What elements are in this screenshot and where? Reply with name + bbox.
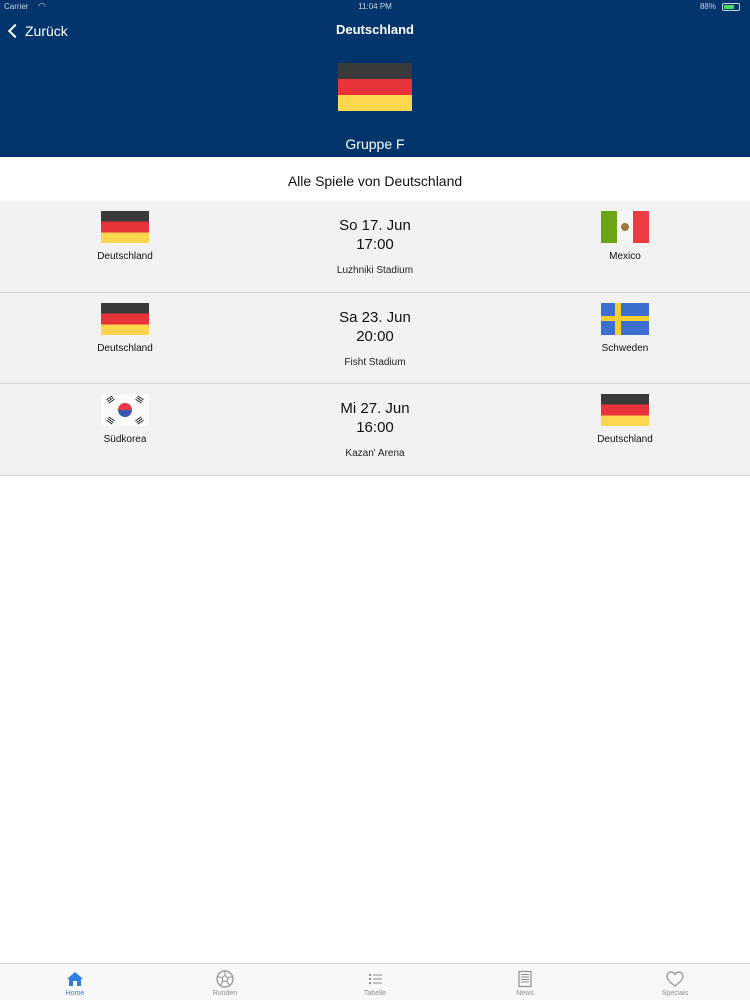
tab-home[interactable]: Home: [0, 964, 150, 1000]
match-row[interactable]: Südkorea Mi 27. Jun 16:00 Kazan' Arena D…: [0, 384, 750, 476]
list-icon: [369, 974, 382, 984]
south-korea-flag: [101, 394, 149, 426]
soccer-ball-icon: [216, 970, 234, 988]
match-info: Sa 23. Jun 20:00 Fisht Stadium: [275, 308, 475, 368]
match-info: Mi 27. Jun 16:00 Kazan' Arena: [275, 399, 475, 459]
heart-icon: [666, 971, 684, 987]
tab-label: Runden: [212, 990, 238, 997]
sweden-flag: [601, 302, 649, 335]
match-time: 16:00: [356, 419, 394, 436]
section-title: Alle Spiele von Deutschland: [0, 157, 750, 201]
germany-flag: [601, 394, 649, 426]
match-info: So 17. Jun 17:00 Luzhniki Stadium: [275, 216, 475, 276]
germany-flag: [338, 63, 412, 111]
match-row[interactable]: Deutschland Sa 23. Jun 20:00 Fisht Stadi…: [0, 292, 750, 384]
tab-news[interactable]: News: [450, 964, 600, 1000]
match-venue: Kazan' Arena: [345, 448, 405, 459]
match-time: 20:00: [356, 327, 394, 345]
battery-icon: [722, 3, 740, 11]
home-team: Südkorea: [45, 394, 205, 445]
tab-label: News: [516, 990, 534, 997]
status-time: 11:04 PM: [358, 2, 392, 11]
tab-label: Tabelle: [363, 990, 387, 997]
home-team: Deutschland: [45, 211, 205, 262]
home-icon: [67, 972, 83, 986]
group-label: Gruppe F: [345, 136, 405, 152]
header: Carrier ◠ 11:04 PM 88% Zurück Deutschlan…: [0, 0, 750, 157]
home-team: Deutschland: [45, 302, 205, 354]
away-team: Schweden: [545, 302, 705, 354]
newspaper-icon: [518, 970, 532, 988]
match-venue: Luzhniki Stadium: [336, 265, 414, 276]
home-team-name: Deutschland: [97, 342, 153, 354]
home-team-name: Deutschland: [97, 251, 153, 262]
tab-runden[interactable]: Runden: [150, 964, 300, 1000]
away-team: Mexico: [545, 211, 705, 262]
away-team-name: Schweden: [601, 342, 649, 354]
germany-flag: [101, 302, 149, 335]
match-venue: Fisht Stadium: [344, 356, 406, 368]
tab-label: Specials: [661, 990, 689, 997]
match-date: Sa 23. Jun: [339, 308, 411, 326]
status-battery-percent: 88%: [699, 2, 716, 11]
tab-bar: Home Runden Tabelle News Specials: [0, 963, 750, 1000]
match-date: Mi 27. Jun: [340, 400, 410, 417]
away-team-name: Mexico: [609, 251, 641, 262]
match-row[interactable]: Deutschland So 17. Jun 17:00 Luzhniki St…: [0, 201, 750, 293]
tab-label: Home: [65, 990, 85, 997]
status-bar: Carrier ◠ 11:04 PM 88%: [0, 0, 750, 14]
away-team: Deutschland: [545, 394, 705, 445]
tab-specials[interactable]: Specials: [600, 964, 750, 1000]
match-date: So 17. Jun: [339, 217, 411, 234]
match-list: Deutschland So 17. Jun 17:00 Luzhniki St…: [0, 201, 750, 476]
match-time: 17:00: [356, 236, 394, 253]
germany-flag: [101, 211, 149, 243]
nav-title: Deutschland: [335, 22, 414, 37]
tab-tabelle[interactable]: Tabelle: [300, 964, 450, 1000]
away-team-name: Deutschland: [597, 434, 653, 445]
home-team-name: Südkorea: [103, 434, 147, 445]
mexico-flag: [601, 211, 649, 243]
